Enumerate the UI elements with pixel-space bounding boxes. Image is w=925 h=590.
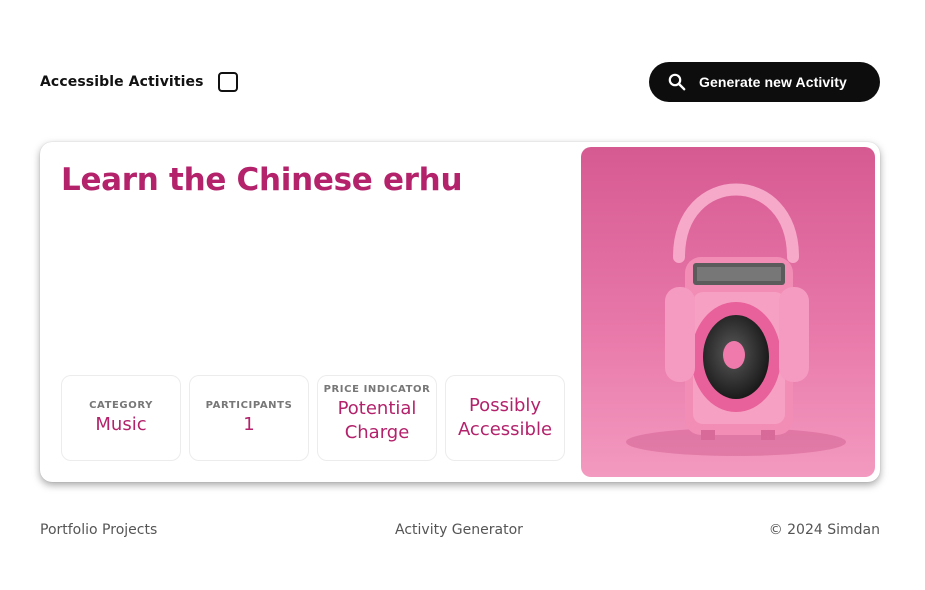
generate-activity-button[interactable]: Generate new Activity	[649, 62, 880, 102]
participants-chip: Participants 1	[189, 375, 309, 461]
participants-caption: Participants	[205, 399, 293, 411]
accessibility-chip: Possibly Accessible	[445, 375, 565, 461]
activity-details: Category Music Participants 1 Price Indi…	[61, 375, 565, 461]
accessible-activities-toggle[interactable]: Accessible Activities	[40, 62, 238, 102]
accessibility-value: Possibly Accessible	[457, 395, 553, 440]
accessible-activities-checkbox[interactable]	[217, 72, 238, 92]
activity-title: Learn the Chinese erhu	[61, 162, 463, 198]
search-icon	[667, 72, 687, 92]
category-caption: Category	[89, 399, 153, 411]
footer: Portfolio Projects Activity Generator © …	[40, 522, 880, 542]
top-bar: Accessible Activities Generate new Activ…	[40, 62, 880, 102]
generate-activity-label: Generate new Activity	[699, 74, 847, 90]
activity-card: Learn the Chinese erhu Category Music Pa…	[40, 142, 880, 482]
price-caption: Price Indicator	[323, 384, 431, 395]
price-value: Potential Charge	[337, 398, 417, 443]
footer-app-name: Activity Generator	[395, 522, 523, 538]
footer-copyright: © 2024 Simdan	[768, 522, 880, 538]
category-value: Music	[95, 413, 147, 435]
participants-value: 1	[243, 413, 255, 435]
category-chip: Category Music	[61, 375, 181, 461]
accessible-activities-label: Accessible Activities	[40, 74, 204, 90]
activity-image	[581, 147, 875, 477]
radio-illustration	[626, 183, 846, 456]
footer-portfolio-link[interactable]: Portfolio Projects	[40, 522, 157, 538]
price-chip: Price Indicator Potential Charge	[317, 375, 437, 461]
